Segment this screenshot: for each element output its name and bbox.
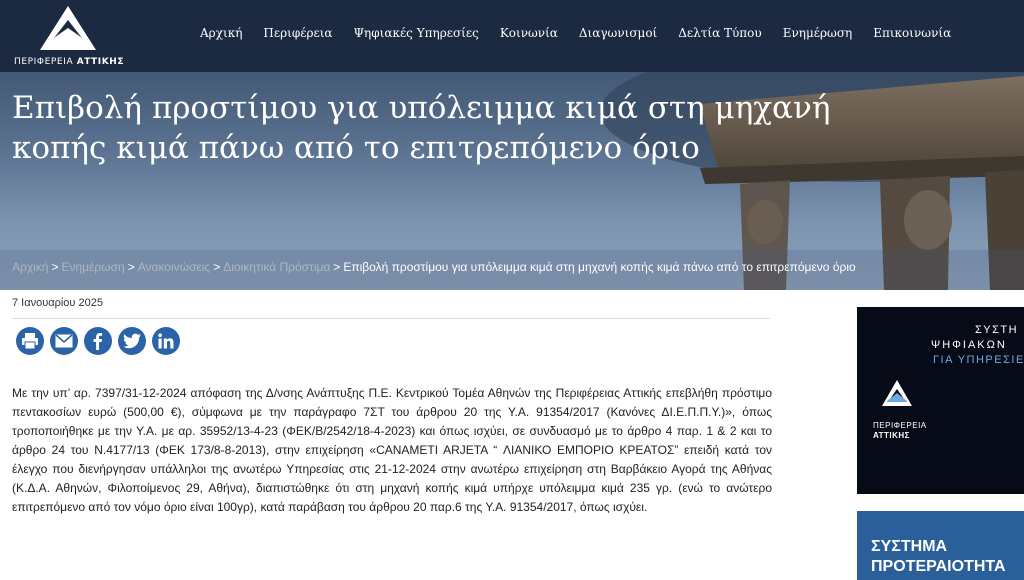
logo-text: ΠΕΡΙΦΕΡΕΙΑ ΑΤΤΙΚΗΣ xyxy=(14,57,125,67)
print-icon xyxy=(22,333,38,350)
print-button[interactable] xyxy=(16,327,44,355)
twitter-icon xyxy=(123,333,141,349)
site-header: ΠΕΡΙΦΕΡΕΙΑ ΑΤΤΙΚΗΣ Αρχική Περιφέρεια Ψηφ… xyxy=(0,0,1024,72)
breadcrumb-separator: > xyxy=(333,260,341,274)
main-nav: Αρχική Περιφέρεια Ψηφιακές Υπηρεσίες Κοι… xyxy=(200,26,972,46)
logo-triangle-icon xyxy=(40,6,96,50)
linkedin-share-button[interactable] xyxy=(152,327,180,355)
banner-line: ΣΥΣΤΗΜΑ xyxy=(871,538,948,555)
breadcrumb-link-home[interactable]: Αρχική xyxy=(12,260,48,274)
hero-banner: Επιβολή προστίμου για υπόλειμμα κιμά στη… xyxy=(0,72,1024,290)
priority-system-banner[interactable]: ΣΥΣΤΗΜΑ ΠΡΟΤΕΡΑΙΟΤΗΤΑ xyxy=(857,511,1024,580)
banner-line: ΣΥΣΤΗ xyxy=(975,324,1019,336)
logo-triangle-icon xyxy=(882,380,912,406)
facebook-share-button[interactable] xyxy=(84,327,112,355)
divider xyxy=(12,318,770,319)
breadcrumb: Αρχική > Ενημέρωση > Ανακοινώσεις > Διοικητικά… xyxy=(12,260,856,274)
nav-item-tenders[interactable]: Διαγωνισμοί xyxy=(579,26,657,46)
share-bar xyxy=(16,327,180,355)
breadcrumb-separator: > xyxy=(127,260,135,274)
nav-item-home[interactable]: Αρχική xyxy=(200,26,242,46)
facebook-icon xyxy=(93,333,103,350)
site-logo[interactable]: ΠΕΡΙΦΕΡΕΙΑ ΑΤΤΙΚΗΣ xyxy=(0,0,140,72)
email-icon xyxy=(55,334,73,348)
banner-line: ΠΡΟΤΕΡΑΙΟΤΗΤΑ xyxy=(871,558,1006,575)
breadcrumb-link-news[interactable]: Ενημέρωση xyxy=(61,260,124,274)
nav-item-society[interactable]: Κοινωνία xyxy=(500,26,558,46)
article-date: 7 Ιανουαρίου 2025 xyxy=(12,297,103,309)
banner-line: ΨΗΦΙΑΚΩΝ xyxy=(931,339,1007,351)
breadcrumb-separator: > xyxy=(51,260,59,274)
breadcrumb-separator: > xyxy=(213,260,221,274)
nav-item-press[interactable]: Δελτία Τύπου xyxy=(678,26,761,46)
page-title: Επιβολή προστίμου για υπόλειμμα κιμά στη… xyxy=(12,90,831,166)
banner-logo-text: ΑΤΤΙΚΗΣ xyxy=(873,431,910,440)
banner-logo-text: ΠΕΡΙΦΕΡΕΙΑ xyxy=(873,421,927,430)
linkedin-icon xyxy=(158,333,174,349)
nav-item-digital-services[interactable]: Ψηφιακές Υπηρεσίες xyxy=(354,26,479,46)
breadcrumb-link-announcements[interactable]: Ανακοινώσεις xyxy=(138,260,211,274)
breadcrumb-current: Επιβολή προστίμου για υπόλειμμα κιμά στη… xyxy=(343,260,856,274)
nav-item-contact[interactable]: Επικοινωνία xyxy=(873,26,951,46)
digital-services-banner[interactable]: ΣΥΣΤΗ ΨΗΦΙΑΚΩΝ ΓΙΑ ΥΠΗΡΕΣΙΕ ΠΕΡΙΦΕΡΕΙΑ Α… xyxy=(857,307,1024,494)
nav-item-news[interactable]: Ενημέρωση xyxy=(783,26,852,46)
twitter-share-button[interactable] xyxy=(118,327,146,355)
banner-line: ΓΙΑ ΥΠΗΡΕΣΙΕ xyxy=(933,354,1024,366)
email-share-button[interactable] xyxy=(50,327,78,355)
nav-item-region[interactable]: Περιφέρεια xyxy=(263,26,332,46)
article-body: Με την υπ’ αρ. 7397/31-12-2024 απόφαση τ… xyxy=(12,386,772,514)
breadcrumb-link-fines[interactable]: Διοικητικά Πρόστιμα xyxy=(223,260,330,274)
